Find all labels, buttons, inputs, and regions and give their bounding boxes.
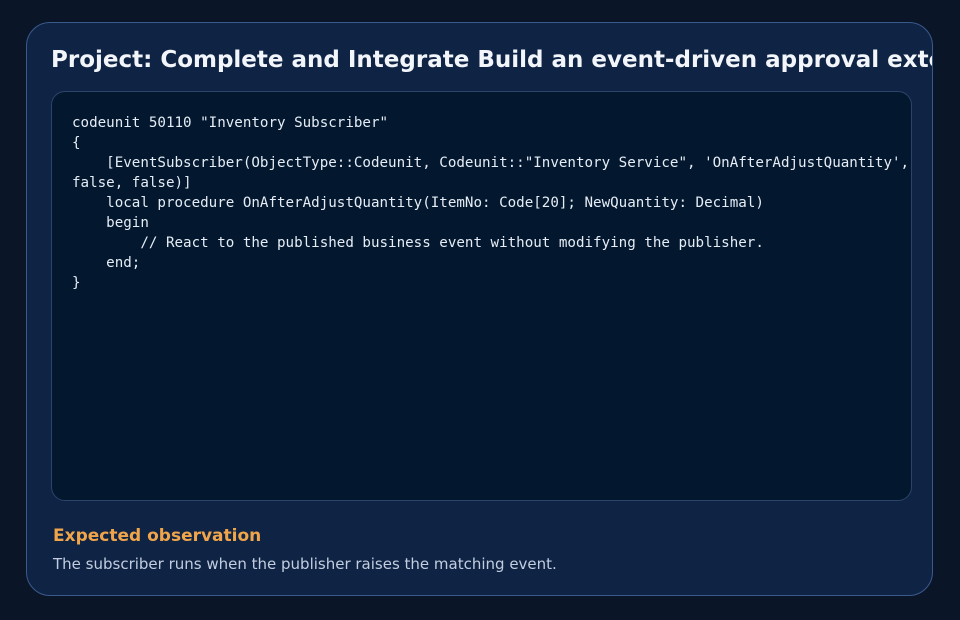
- code-panel: codeunit 50110 "Inventory Subscriber" { …: [51, 91, 912, 501]
- code-block: codeunit 50110 "Inventory Subscriber" { …: [72, 115, 910, 291]
- observation-heading: Expected observation: [53, 526, 262, 546]
- observation-text: The subscriber runs when the publisher r…: [53, 555, 557, 573]
- lesson-card: Project: Complete and Integrate Build an…: [26, 22, 933, 596]
- card-title: Project: Complete and Integrate Build an…: [51, 47, 933, 73]
